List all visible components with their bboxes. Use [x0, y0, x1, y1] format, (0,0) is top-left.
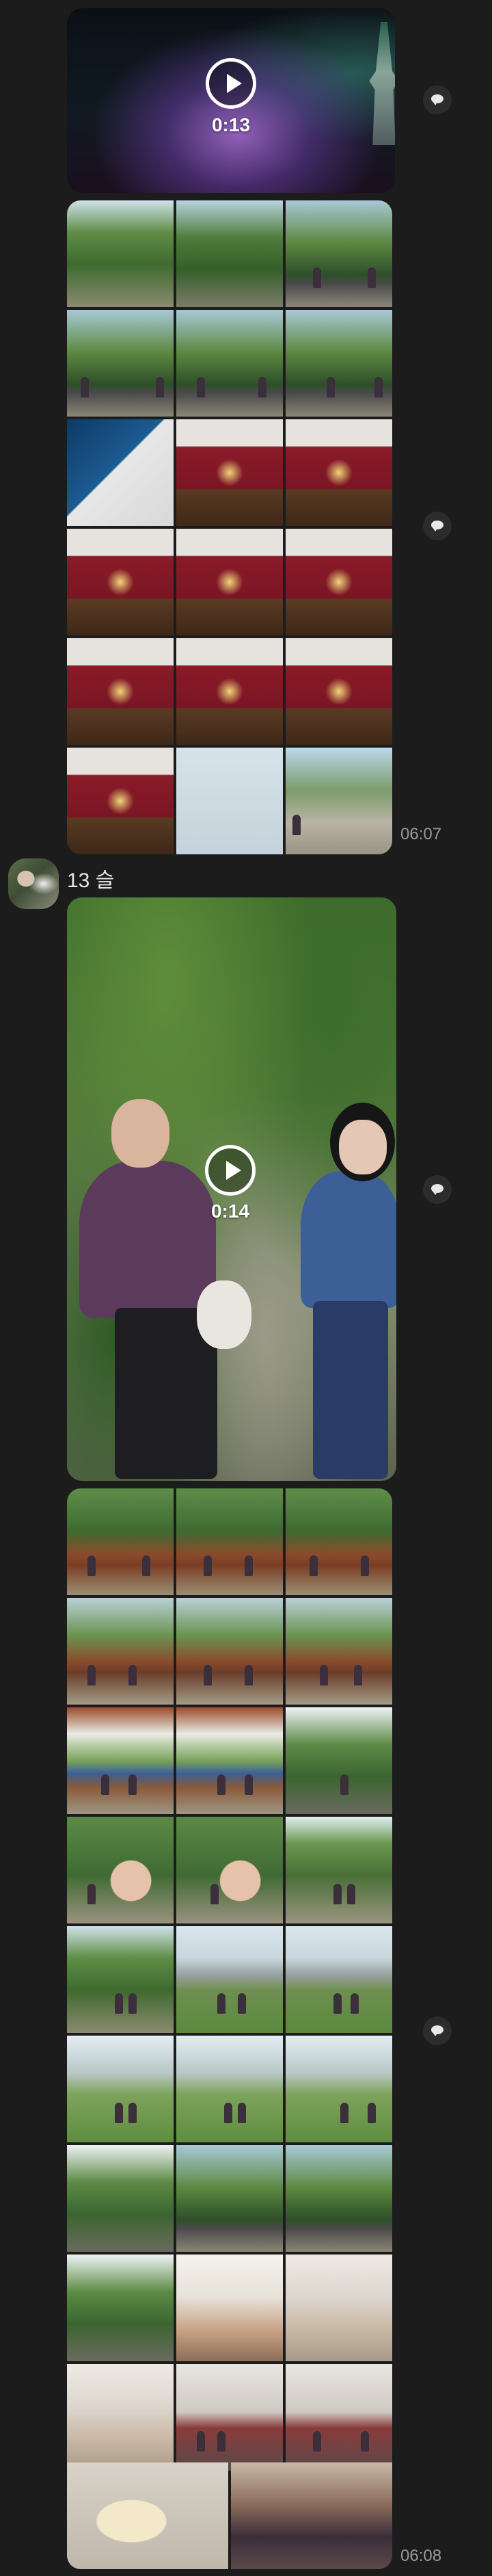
- album-photo[interactable]: [176, 2255, 283, 2361]
- album-photo[interactable]: [286, 2145, 392, 2252]
- album-photo[interactable]: [176, 1488, 283, 1595]
- album-photo[interactable]: [67, 2462, 228, 2569]
- album-photo[interactable]: [286, 1926, 392, 2033]
- play-icon[interactable]: [206, 58, 256, 109]
- album-photo[interactable]: [67, 200, 174, 307]
- video-message-1[interactable]: 0:13: [67, 8, 395, 193]
- album-photo[interactable]: [286, 419, 392, 526]
- album-photo[interactable]: [286, 1817, 392, 1923]
- album-photo[interactable]: [286, 2364, 392, 2471]
- album-photo[interactable]: [67, 1488, 174, 1595]
- video-thumbnail-person: [313, 1301, 388, 1479]
- sender-name: 13 슬: [67, 869, 115, 892]
- album-photo[interactable]: [176, 638, 283, 745]
- video-thumbnail-person: [111, 1099, 169, 1168]
- photo-album-2-last-row[interactable]: [67, 2462, 392, 2569]
- album-photo[interactable]: [176, 1707, 283, 1814]
- album-photo[interactable]: [176, 2036, 283, 2142]
- album-photo[interactable]: [286, 1598, 392, 1705]
- album-photo[interactable]: [67, 1926, 174, 2033]
- album-photo[interactable]: [231, 2462, 392, 2569]
- video-message-2[interactable]: 0:14: [67, 897, 396, 1481]
- reply-bubble-icon[interactable]: [423, 512, 452, 540]
- album-photo[interactable]: [67, 2364, 174, 2471]
- photo-album-2[interactable]: [67, 1488, 392, 2471]
- album-photo[interactable]: [67, 1817, 174, 1923]
- album-photo[interactable]: [286, 1707, 392, 1814]
- album-photo[interactable]: [176, 2364, 283, 2471]
- album-photo[interactable]: [67, 310, 174, 417]
- album-photo[interactable]: [286, 1488, 392, 1595]
- album-photo[interactable]: [176, 1926, 283, 2033]
- album-photo[interactable]: [67, 638, 174, 745]
- album-photo[interactable]: [286, 638, 392, 745]
- video-thumbnail-person: [339, 1120, 387, 1174]
- album-photo[interactable]: [176, 1817, 283, 1923]
- reply-bubble-icon[interactable]: [423, 1175, 452, 1204]
- video-thumbnail-person: [79, 1161, 216, 1318]
- album-photo[interactable]: [286, 748, 392, 854]
- album-photo[interactable]: [67, 1598, 174, 1705]
- sender-avatar[interactable]: [8, 858, 59, 909]
- album-photo[interactable]: [176, 200, 283, 307]
- album-photo[interactable]: [286, 2036, 392, 2142]
- album-photo[interactable]: [67, 2036, 174, 2142]
- album-photo[interactable]: [67, 529, 174, 635]
- reply-bubble-icon[interactable]: [423, 86, 452, 114]
- album-photo[interactable]: [176, 2145, 283, 2252]
- album-photo[interactable]: [286, 200, 392, 307]
- album-photo[interactable]: [67, 419, 174, 526]
- album-photo[interactable]: [176, 748, 283, 854]
- video-duration: 0:13: [211, 114, 251, 135]
- video-thumbnail-tower: [369, 22, 395, 145]
- video-duration: 0:14: [210, 1200, 250, 1222]
- album-photo[interactable]: [176, 529, 283, 635]
- album-photo[interactable]: [176, 419, 283, 526]
- photo-album-1[interactable]: [67, 200, 392, 854]
- play-icon[interactable]: [205, 1145, 256, 1196]
- album-photo[interactable]: [176, 1598, 283, 1705]
- video-thumbnail-person: [301, 1171, 396, 1308]
- album-photo[interactable]: [286, 529, 392, 635]
- video-thumbnail-bag: [197, 1280, 251, 1349]
- album-photo[interactable]: [286, 310, 392, 417]
- album-photo[interactable]: [286, 2255, 392, 2361]
- album-photo[interactable]: [67, 2145, 174, 2252]
- reply-bubble-icon[interactable]: [423, 2016, 452, 2045]
- album-photo[interactable]: [67, 1707, 174, 1814]
- message-timestamp: 06:07: [400, 825, 442, 843]
- album-photo[interactable]: [67, 2255, 174, 2361]
- album-photo[interactable]: [67, 748, 174, 854]
- message-timestamp: 06:08: [400, 2547, 442, 2565]
- album-photo[interactable]: [176, 310, 283, 417]
